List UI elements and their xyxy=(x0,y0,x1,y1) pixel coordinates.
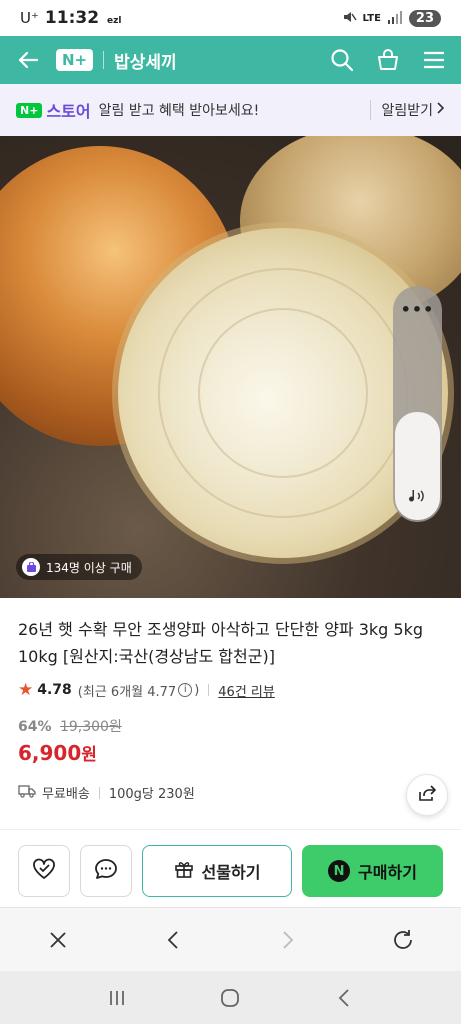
gift-button[interactable]: 선물하기 xyxy=(142,845,292,897)
carrier-label: U⁺ xyxy=(20,9,39,27)
volume-slider[interactable]: ••• xyxy=(393,286,442,522)
original-price: 19,300원 xyxy=(59,719,122,735)
rating-row: ★ 4.78 (최근 6개월 4.77 i ) 46건 리뷰 xyxy=(18,680,443,700)
close-icon[interactable] xyxy=(38,920,78,960)
product-image[interactable]: 134명 이상 구매 xyxy=(0,136,461,598)
cart-icon[interactable] xyxy=(375,47,401,73)
system-nav-bar xyxy=(0,971,461,1024)
chat-bubble-icon xyxy=(93,857,119,885)
nstore-logo-box: N+ xyxy=(16,102,43,118)
shopping-bag-icon xyxy=(22,558,40,576)
home-icon[interactable] xyxy=(210,978,250,1018)
sale-price-value: 6,900 xyxy=(18,741,82,765)
star-icon: ★ xyxy=(18,680,34,700)
wishlist-button[interactable] xyxy=(18,845,70,897)
heart-check-icon xyxy=(31,857,57,885)
browser-toolbar xyxy=(0,907,461,971)
purchase-action-bar: 선물하기 N 구매하기 xyxy=(0,840,461,902)
back-arrow-icon[interactable] xyxy=(14,46,42,74)
divider xyxy=(0,829,461,830)
chevron-right-icon xyxy=(437,102,445,118)
reload-icon[interactable] xyxy=(383,920,423,960)
share-button[interactable] xyxy=(406,774,448,816)
price-area: 64% 19,300원 6,900원 xyxy=(18,716,443,765)
unit-price: 100g당 230원 xyxy=(108,787,195,802)
nstore-logo-text: 스토어 xyxy=(46,102,91,121)
product-info: 26년 햇 수확 무안 조생양파 아삭하고 단단한 양파 3kg 5kg 10k… xyxy=(0,598,461,802)
notify-button[interactable]: 알림받기 xyxy=(370,100,445,120)
buy-button-label: 구매하기 xyxy=(358,863,417,882)
signal-icon xyxy=(387,10,403,27)
divider xyxy=(208,684,210,696)
gift-icon xyxy=(174,859,194,883)
purchase-count-badge: 134명 이상 구매 xyxy=(16,554,142,580)
app-header: N+ 밥상세끼 xyxy=(0,36,461,84)
status-bar: U⁺ 11:32 ezl LTE 23 xyxy=(0,0,461,36)
nstore-logo: N+ 스토어 xyxy=(16,98,91,122)
chevron-left-icon[interactable] xyxy=(153,920,193,960)
rating-detail-suffix: ) xyxy=(194,682,200,698)
notify-button-label: 알림받기 xyxy=(381,103,433,119)
recent-apps-icon[interactable] xyxy=(97,978,137,1018)
buy-button[interactable]: N 구매하기 xyxy=(302,845,443,897)
music-note-icon xyxy=(393,488,442,508)
mute-icon xyxy=(341,9,357,28)
header-icons xyxy=(329,47,447,73)
battery-indicator: 23 xyxy=(408,9,441,27)
chat-button[interactable] xyxy=(80,845,132,897)
sale-price-unit: 원 xyxy=(81,745,97,765)
shipping-row: 무료배송 100g당 230원 xyxy=(18,783,443,802)
share-icon xyxy=(417,783,437,807)
status-extra: ezl xyxy=(107,16,122,26)
discount-row: 64% 19,300원 xyxy=(18,716,443,736)
info-icon[interactable]: i xyxy=(178,683,193,697)
reviews-link[interactable]: 46건 리뷰 xyxy=(218,681,275,700)
sale-price: 6,900원 xyxy=(18,740,443,765)
network-label: LTE xyxy=(362,12,381,24)
battery-level: 23 xyxy=(415,10,434,26)
rating-detail-prefix: (최근 6개월 4.77 xyxy=(77,684,177,700)
discount-rate: 64% xyxy=(18,719,52,735)
menu-icon[interactable] xyxy=(421,47,447,73)
onion-ring xyxy=(198,308,368,478)
brand-logo[interactable]: N+ xyxy=(56,49,94,71)
system-back-icon[interactable] xyxy=(324,978,364,1018)
rating-value: 4.78 xyxy=(37,682,72,698)
npay-icon: N xyxy=(328,860,351,882)
purchase-count-text: 134명 이상 구매 xyxy=(46,560,132,575)
store-name[interactable]: 밥상세끼 xyxy=(114,48,177,73)
chevron-right-icon[interactable] xyxy=(268,920,308,960)
more-options-icon[interactable]: ••• xyxy=(393,300,442,319)
truck-icon xyxy=(18,784,42,802)
gift-button-label: 선물하기 xyxy=(201,863,261,882)
product-title: 26년 햇 수확 무안 조생양파 아삭하고 단단한 양파 3kg 5kg 10k… xyxy=(18,620,424,666)
clock: 11:32 xyxy=(44,8,100,28)
notification-promo-bar[interactable]: N+ 스토어 알림 받고 혜택 받아보세요! 알림받기 xyxy=(0,84,461,136)
divider xyxy=(98,786,100,799)
promo-text: 알림 받고 혜택 받아보세요! xyxy=(98,103,260,119)
brand-separator xyxy=(103,51,105,69)
shipping-label: 무료배송 xyxy=(42,787,90,802)
search-icon[interactable] xyxy=(329,47,355,73)
